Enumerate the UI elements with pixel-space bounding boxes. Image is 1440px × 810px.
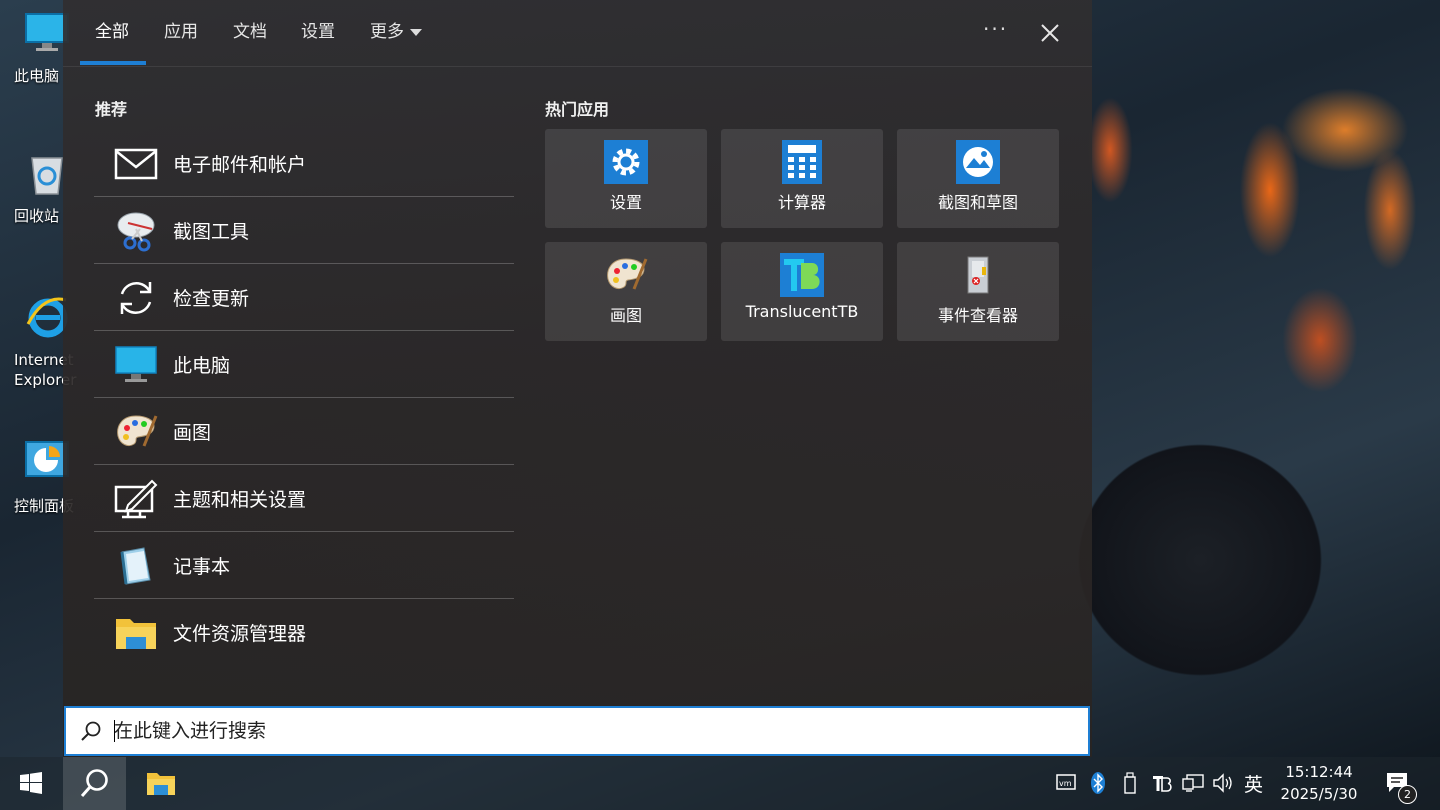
event-viewer-icon xyxy=(967,256,989,294)
gear-icon xyxy=(604,140,648,184)
translucenttb-icon xyxy=(780,253,824,297)
translucenttb-tray-icon[interactable] xyxy=(1152,771,1172,795)
close-icon[interactable] xyxy=(1037,20,1063,46)
tab-all[interactable]: 全部 xyxy=(95,20,129,44)
clock-time: 15:12:44 xyxy=(1285,763,1353,781)
search-tabs: 全部 应用 文档 设置 更多 ··· xyxy=(63,0,1092,67)
ime-indicator[interactable]: 英 xyxy=(1244,770,1263,796)
snipping-tool-icon xyxy=(117,212,155,252)
top-app-tile[interactable]: 事件查看器 xyxy=(897,242,1059,341)
refresh-icon xyxy=(120,282,152,314)
list-item[interactable]: 画图 xyxy=(94,398,514,465)
list-item[interactable]: 电子邮件和帐户 xyxy=(94,130,514,197)
monitor-icon xyxy=(115,346,157,382)
top-app-tile[interactable]: 截图和草图 xyxy=(897,129,1059,228)
tab-documents[interactable]: 文档 xyxy=(233,20,267,44)
list-item[interactable]: 文件资源管理器 xyxy=(94,599,514,665)
tab-settings[interactable]: 设置 xyxy=(301,20,335,44)
top-app-tile[interactable]: 计算器 xyxy=(721,129,883,228)
usb-device-icon[interactable] xyxy=(1122,771,1138,795)
svg-text:vm: vm xyxy=(1059,779,1072,788)
vmware-tray-icon[interactable]: vm xyxy=(1056,771,1076,795)
tab-apps[interactable]: 应用 xyxy=(164,20,198,44)
notification-count-badge: 2 xyxy=(1398,785,1417,804)
list-item[interactable]: 主题和相关设置 xyxy=(94,465,514,532)
volume-icon[interactable] xyxy=(1212,771,1236,795)
tab-more-label: 更多 xyxy=(370,22,404,42)
list-item-label: 电子邮件和帐户 xyxy=(173,154,307,176)
search-icon xyxy=(80,769,108,797)
list-item[interactable]: 此电脑 xyxy=(94,331,514,398)
list-item[interactable]: 截图工具 xyxy=(94,197,514,264)
list-item-label: 主题和相关设置 xyxy=(173,489,307,511)
tile-label: 计算器 xyxy=(777,193,826,212)
list-item-label: 截图工具 xyxy=(173,221,250,243)
network-icon[interactable] xyxy=(1182,771,1204,795)
list-item-label: 画图 xyxy=(173,422,212,444)
list-item-label: 此电脑 xyxy=(173,355,231,377)
clock-date: 2025/5/30 xyxy=(1280,785,1358,803)
taskbar-search-button[interactable] xyxy=(63,757,126,810)
list-item[interactable]: 记事本 xyxy=(94,532,514,599)
file-explorer-icon[interactable] xyxy=(146,770,176,796)
text-cursor xyxy=(114,720,115,742)
tile-label: 事件查看器 xyxy=(937,306,1018,325)
search-input[interactable] xyxy=(114,716,1014,746)
windows-start-icon[interactable] xyxy=(20,772,42,794)
list-item-label: 文件资源管理器 xyxy=(173,623,307,645)
more-options-button[interactable]: ··· xyxy=(983,17,1008,41)
paint-palette-icon xyxy=(607,258,648,290)
top-app-tile[interactable]: 画图 xyxy=(545,242,707,341)
tile-label: TranslucentTB xyxy=(745,302,859,321)
taskbar: vm 英 15:12:44 2025/5/30 2 xyxy=(0,757,1440,810)
tile-label: 截图和草图 xyxy=(937,193,1018,212)
search-icon xyxy=(81,721,101,741)
chevron-down-icon xyxy=(410,28,422,36)
list-item[interactable]: 检查更新 xyxy=(94,264,514,331)
theme-edit-icon xyxy=(114,479,158,519)
calculator-icon xyxy=(782,140,822,184)
active-tab-indicator xyxy=(80,61,146,65)
list-item-label: 记事本 xyxy=(173,556,231,578)
folder-icon xyxy=(116,619,156,649)
notepad-icon xyxy=(120,547,151,585)
clock[interactable]: 15:12:44 2025/5/30 xyxy=(1274,761,1364,805)
tab-more[interactable]: 更多 xyxy=(370,20,422,44)
search-bar xyxy=(64,706,1090,756)
bluetooth-icon[interactable] xyxy=(1090,771,1106,795)
tile-label: 设置 xyxy=(609,193,642,212)
paint-palette-icon xyxy=(117,415,158,447)
search-panel: 全部 应用 文档 设置 更多 ··· 推荐 电子邮件和帐户 截图工具 检查更新 … xyxy=(63,0,1092,757)
recommended-list: 电子邮件和帐户 截图工具 检查更新 此电脑 画图 主题和相关设置 记事本 文件资… xyxy=(94,130,514,665)
mail-icon xyxy=(114,148,158,180)
top-apps-title: 热门应用 xyxy=(545,100,610,119)
top-app-tile[interactable]: TranslucentTB xyxy=(721,242,883,341)
top-app-tile[interactable]: 设置 xyxy=(545,129,707,228)
list-item-label: 检查更新 xyxy=(173,288,250,310)
tile-label: 画图 xyxy=(609,306,642,325)
recommended-title: 推荐 xyxy=(95,100,128,119)
snip-sketch-icon xyxy=(956,140,1000,184)
